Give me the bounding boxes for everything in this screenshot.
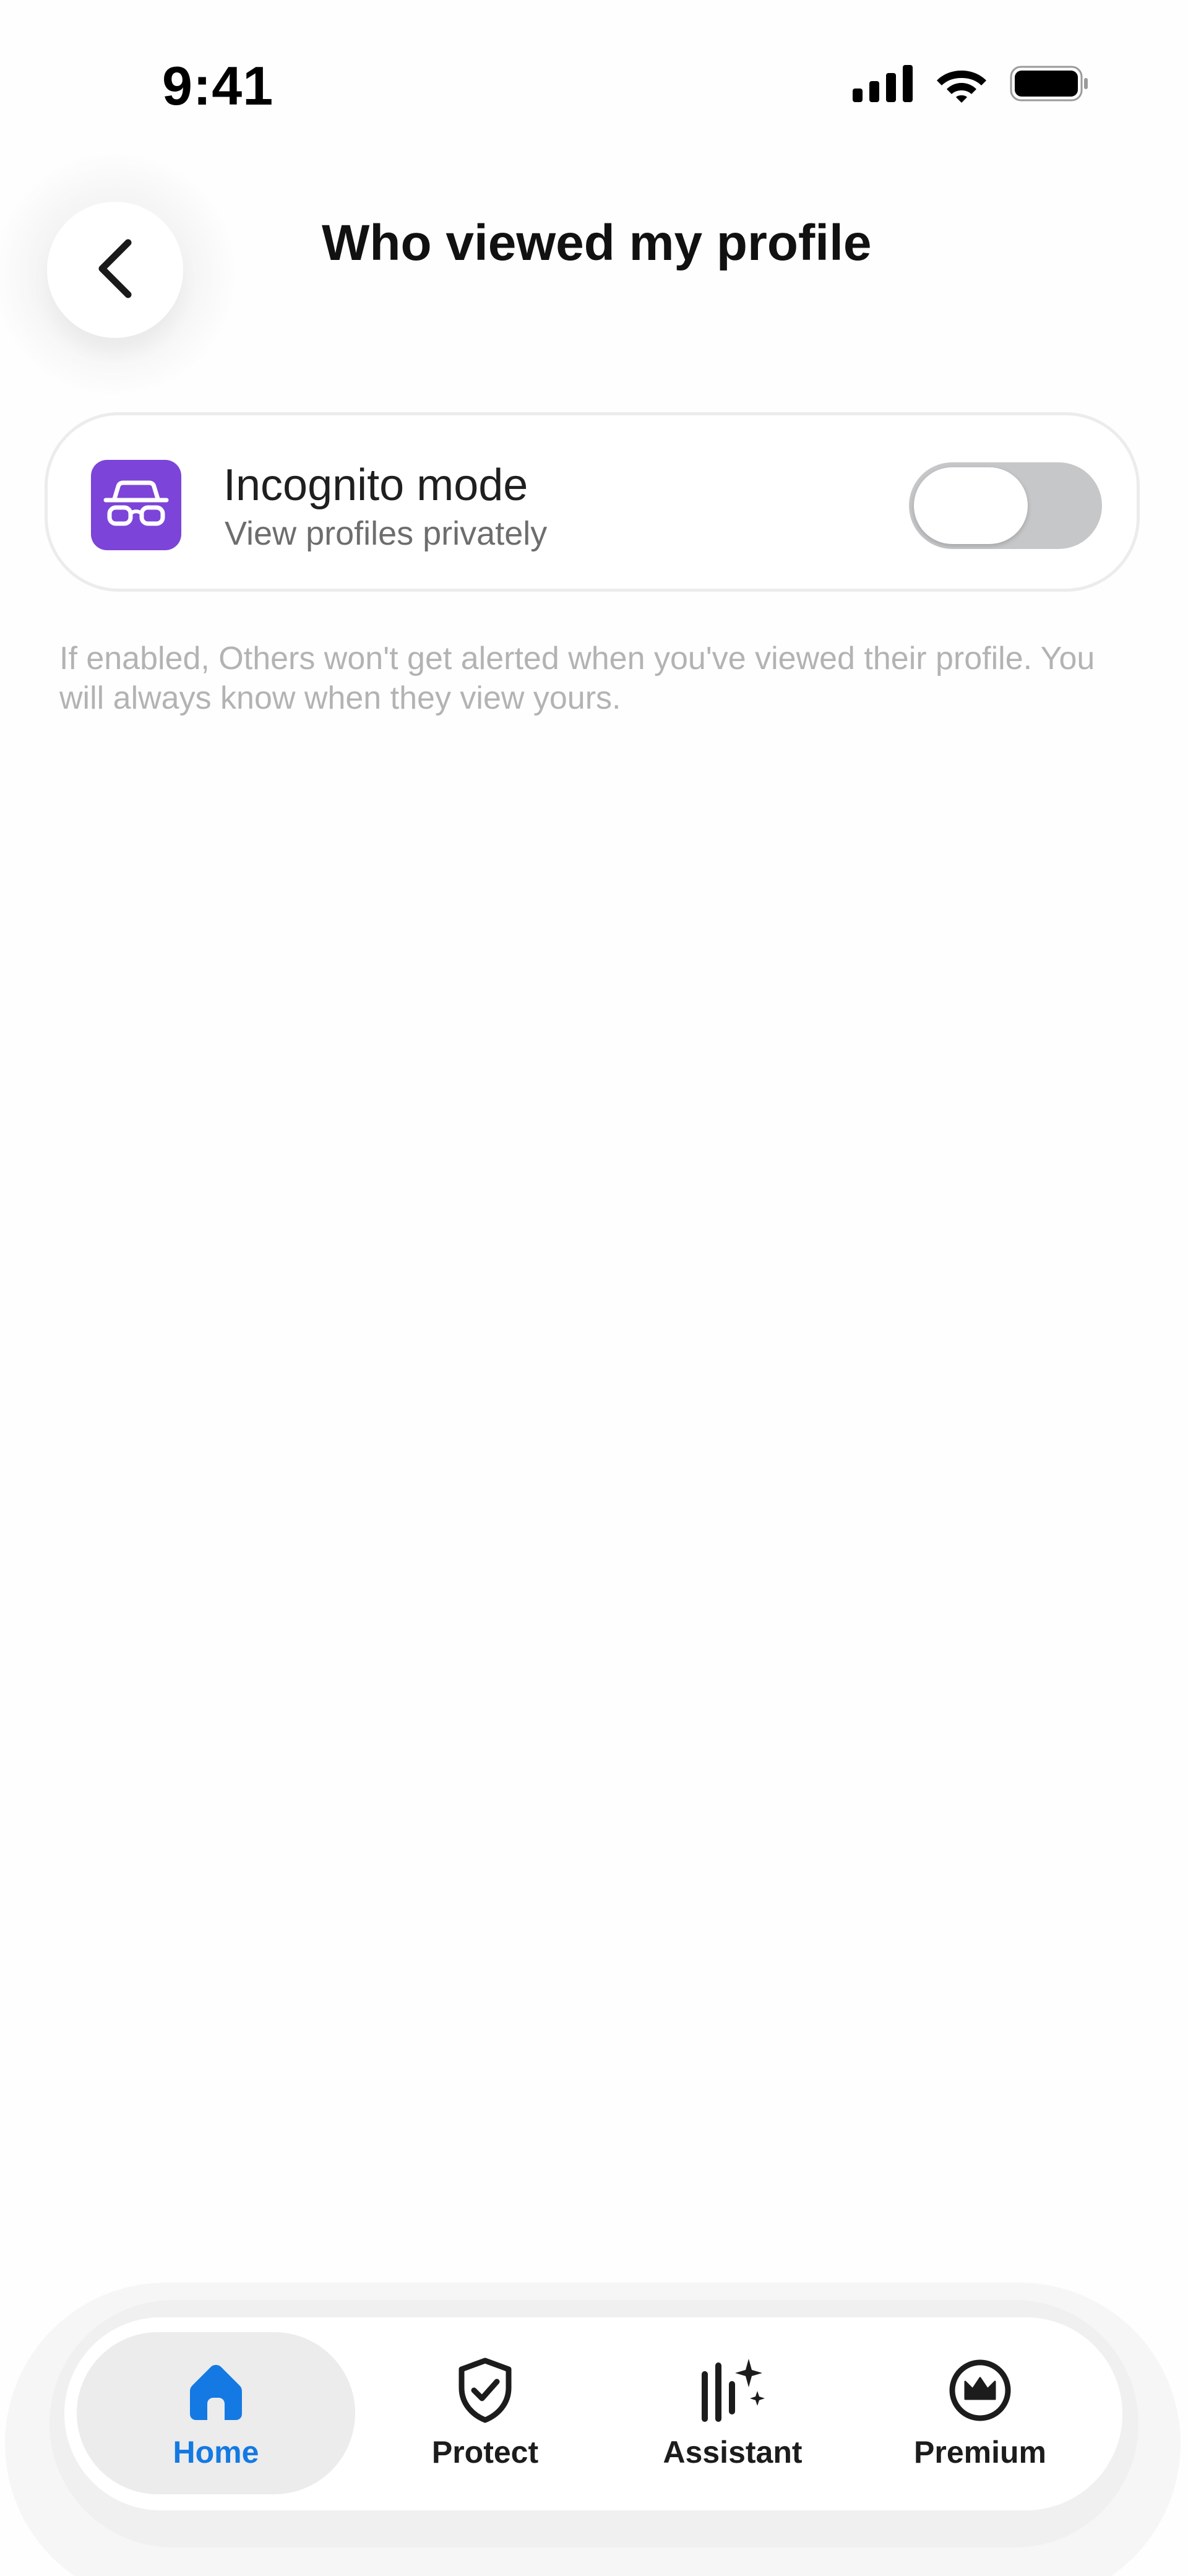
tab-assistant[interactable]: Assistant [621,2332,844,2494]
crown-icon [948,2356,1012,2424]
bottom-tab-bar: Home Protect Assistant Premium [64,2317,1122,2510]
wifi-icon [934,64,989,106]
battery-icon [1010,66,1089,105]
incognito-glasses-icon [91,460,181,550]
home-icon [186,2356,246,2424]
shield-check-icon [455,2356,515,2424]
tab-home-label: Home [173,2435,259,2470]
incognito-title: Incognito mode [223,460,528,510]
tab-assistant-label: Assistant [663,2435,803,2470]
tab-protect-label: Protect [431,2435,539,2470]
incognito-help-text: If enabled, Others won't get alerted whe… [59,641,1095,716]
chevron-left-icon [93,238,137,303]
incognito-toggle[interactable] [909,462,1102,549]
tab-home[interactable]: Home [77,2332,355,2494]
tab-protect[interactable]: Protect [374,2332,596,2494]
screen: 9:41 Who viewed my profile Incognito mod… [0,0,1188,2576]
page-title: Who viewed my profile [322,215,872,271]
back-button[interactable] [47,202,183,338]
toggle-knob [914,467,1028,544]
sparkle-bars-icon [698,2356,767,2424]
incognito-setting-card: Incognito mode View profiles privately [45,412,1140,592]
status-time: 9:41 [162,55,274,116]
signal-icon [853,65,913,105]
incognito-subtitle: View profiles privately [225,515,548,552]
tab-premium-label: Premium [914,2435,1046,2470]
tab-premium[interactable]: Premium [869,2332,1091,2494]
status-bar: 9:41 [0,0,1188,161]
status-icons [853,64,1089,106]
